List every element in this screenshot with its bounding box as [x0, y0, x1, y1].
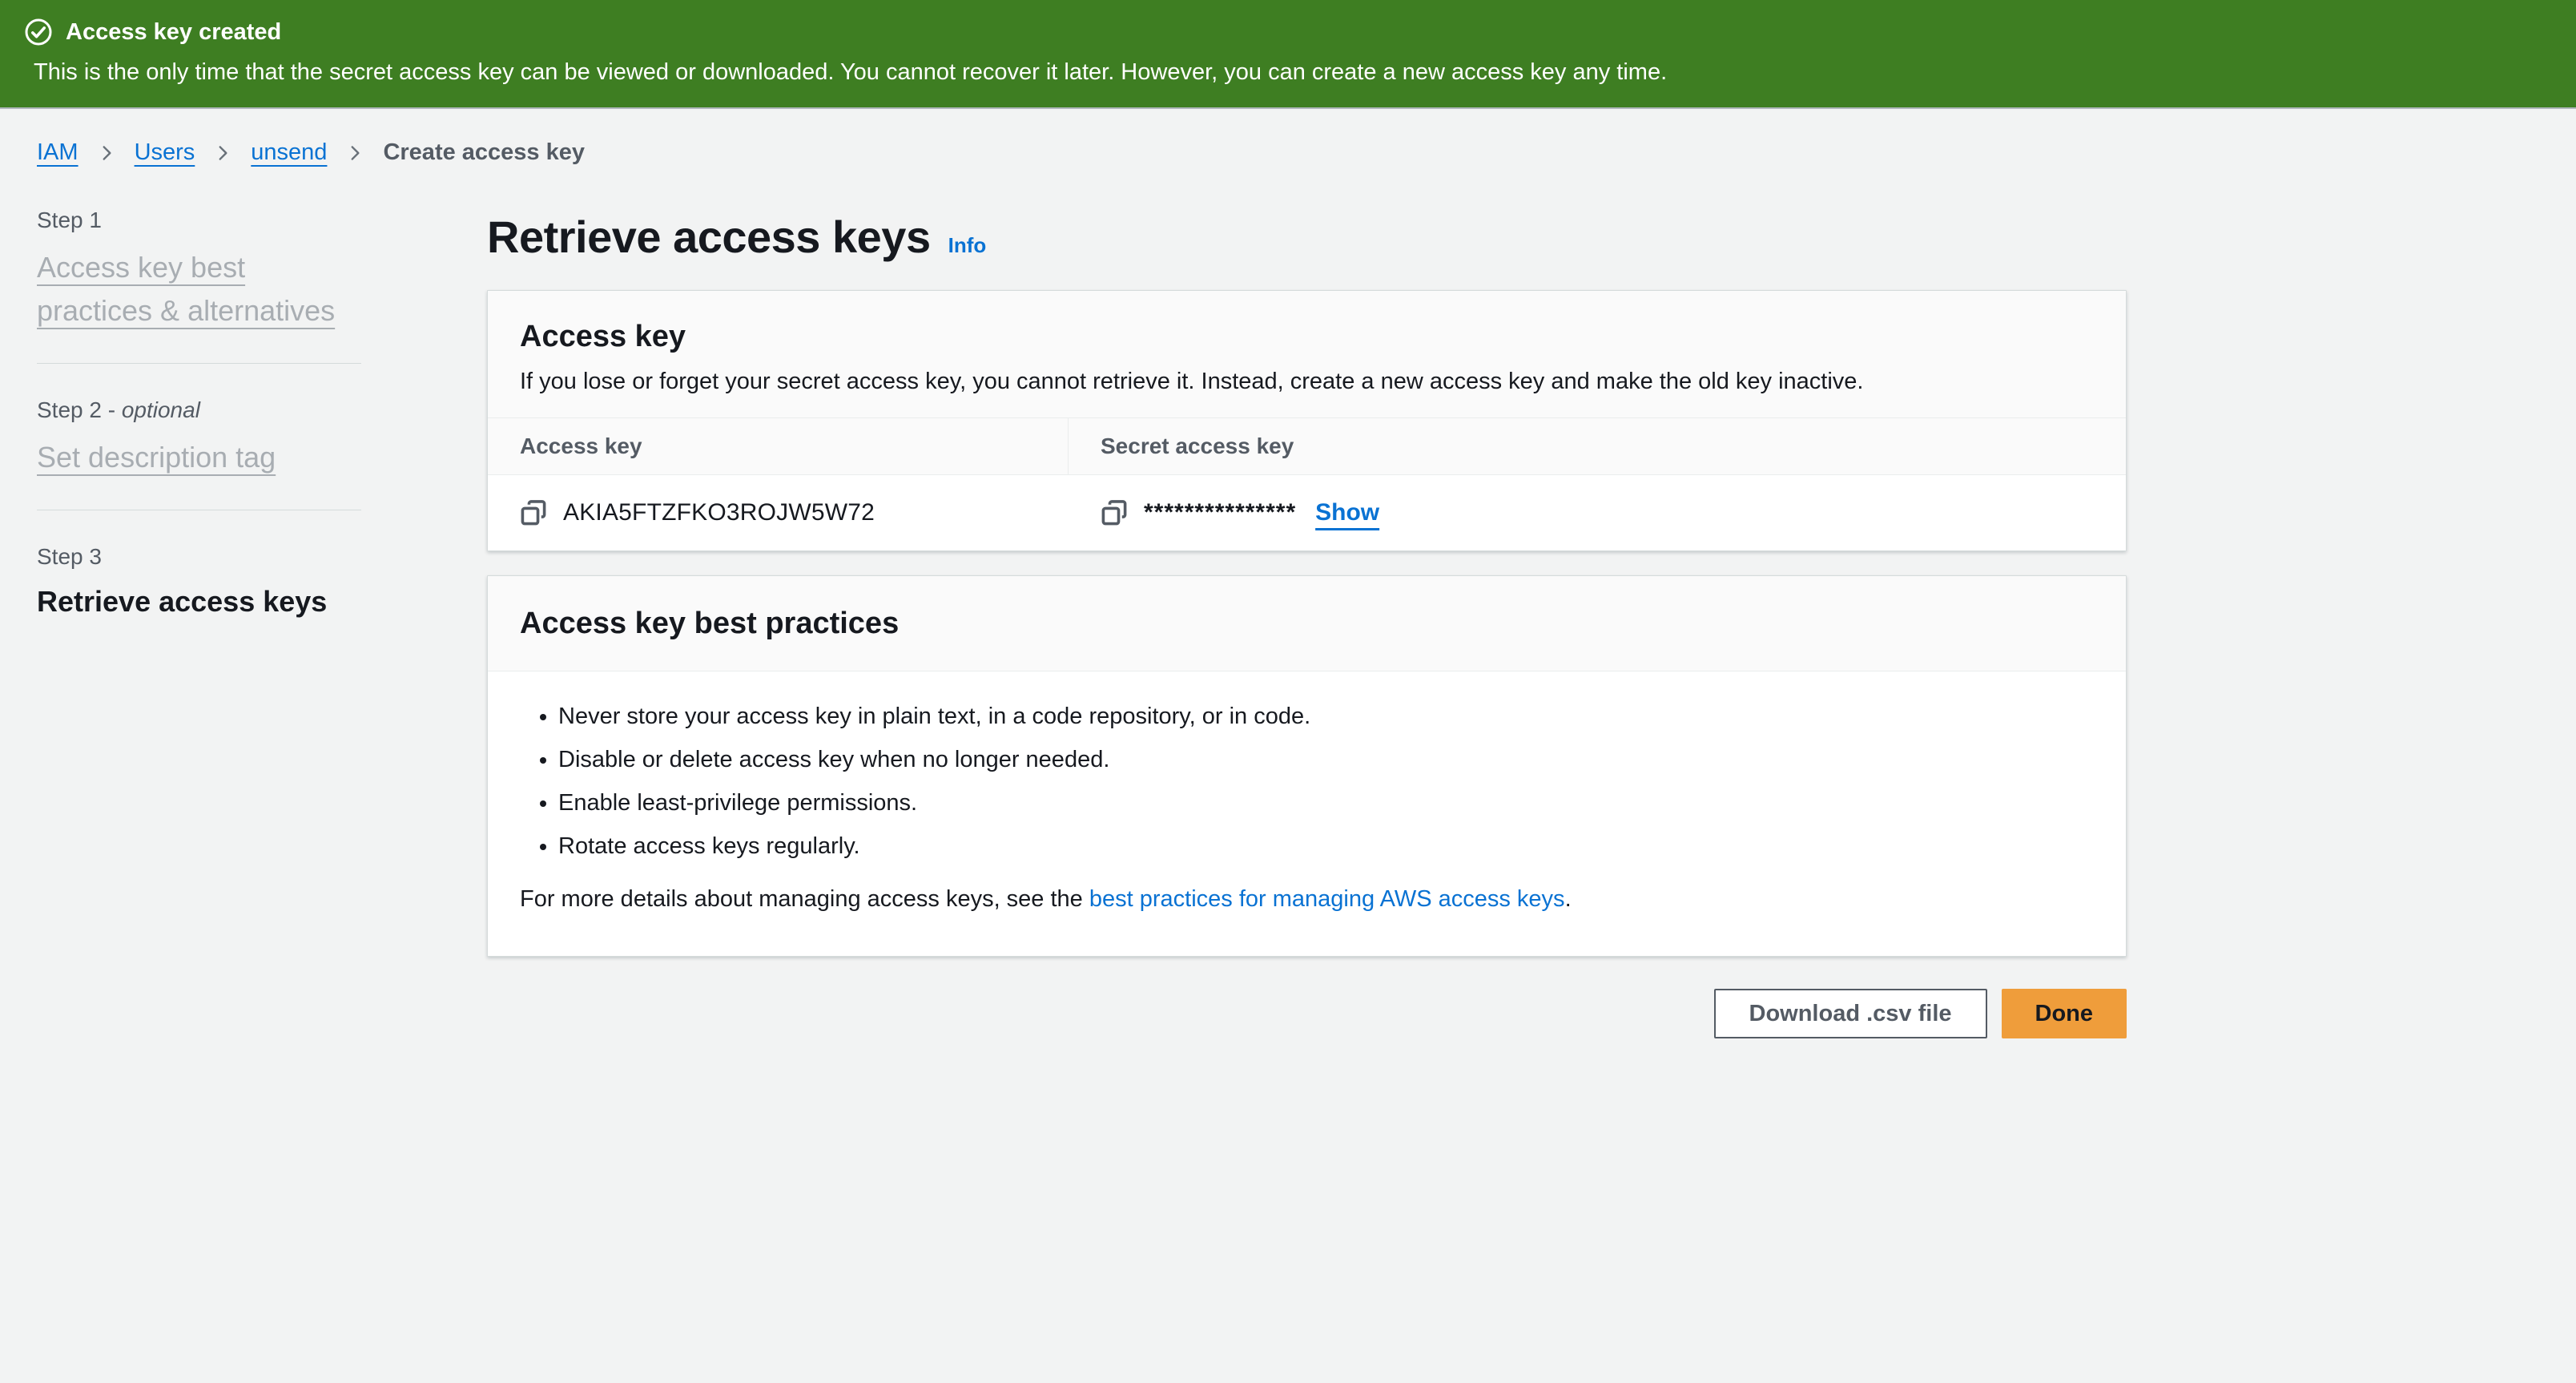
chevron-right-icon — [344, 143, 365, 163]
step-2-optional-label: optional — [122, 397, 200, 422]
flashbar-description: This is the only time that the secret ac… — [34, 58, 2544, 87]
breadcrumb-users[interactable]: Users — [135, 139, 195, 166]
breadcrumb-current: Create access key — [383, 139, 585, 166]
column-header-secret-access-key: Secret access key — [1069, 418, 2126, 474]
breadcrumb: IAM Users unsend Create access key — [0, 109, 2576, 166]
best-practices-card-title: Access key best practices — [520, 605, 2094, 642]
step-3-label: Step 3 — [37, 542, 361, 571]
best-practices-link[interactable]: best practices for managing AWS access k… — [1089, 886, 1565, 912]
access-key-card-title: Access key — [520, 318, 2094, 355]
secret-key-masked-value: *************** — [1144, 499, 1296, 526]
success-flashbar: Access key created This is the only time… — [0, 0, 2576, 109]
flashbar-title: Access key created — [66, 18, 281, 46]
copy-access-key-button[interactable] — [520, 499, 547, 526]
column-header-access-key: Access key — [488, 418, 1069, 474]
step-2-label: Step 2 - optional — [37, 396, 361, 425]
main-panel: Retrieve access keys Info Access key If … — [487, 206, 2127, 1038]
check-circle-icon — [24, 18, 53, 46]
list-item: Rotate access keys regularly. — [558, 832, 2094, 861]
access-key-card: Access key If you lose or forget your se… — [487, 290, 2127, 551]
copy-icon — [1101, 499, 1128, 526]
list-item: Disable or delete access key when no lon… — [558, 745, 2094, 775]
list-item: Enable least-privilege permissions. — [558, 788, 2094, 818]
best-practices-footer: For more details about managing access k… — [520, 884, 2094, 914]
step-2-link[interactable]: Set description tag — [37, 441, 276, 474]
copy-icon — [520, 499, 547, 526]
download-csv-button[interactable]: Download .csv file — [1714, 989, 1987, 1038]
done-button[interactable]: Done — [2002, 989, 2127, 1038]
wizard-nav: Step 1 Access key best practices & alter… — [37, 206, 361, 1038]
access-key-value: AKIA5FTZFKO3ROJW5W72 — [563, 499, 875, 526]
wizard-step-2: Step 2 - optional Set description tag — [37, 363, 361, 510]
secret-access-key-cell: *************** Show — [1069, 475, 2126, 550]
wizard-step-1: Step 1 Access key best practices & alter… — [37, 206, 361, 363]
key-table-row: AKIA5FTZFKO3ROJW5W72 *************** Sho… — [488, 475, 2126, 550]
best-practices-list: Never store your access key in plain tex… — [520, 702, 2094, 861]
access-key-card-description: If you lose or forget your secret access… — [520, 366, 2094, 397]
breadcrumb-unsend[interactable]: unsend — [251, 139, 327, 166]
list-item: Never store your access key in plain tex… — [558, 702, 2094, 732]
content-area: Step 1 Access key best practices & alter… — [0, 206, 2576, 1038]
best-practices-card-header: Access key best practices — [488, 576, 2126, 671]
chevron-right-icon — [212, 143, 233, 163]
key-table-header: Access key Secret access key — [488, 417, 2126, 475]
step-3-current-title: Retrieve access keys — [37, 584, 361, 619]
step-1-link[interactable]: Access key best practices & alternatives — [37, 251, 335, 327]
show-secret-link[interactable]: Show — [1315, 499, 1379, 526]
step-1-label: Step 1 — [37, 206, 361, 235]
best-practices-card: Access key best practices Never store yo… — [487, 575, 2127, 957]
copy-secret-key-button[interactable] — [1101, 499, 1128, 526]
info-link[interactable]: Info — [948, 233, 987, 258]
page-title: Retrieve access keys — [487, 211, 931, 263]
breadcrumb-iam[interactable]: IAM — [37, 139, 78, 166]
best-practices-card-body: Never store your access key in plain tex… — [488, 671, 2126, 956]
wizard-actions: Download .csv file Done — [487, 989, 2127, 1038]
chevron-right-icon — [96, 143, 117, 163]
access-key-cell: AKIA5FTZFKO3ROJW5W72 — [488, 475, 1069, 550]
wizard-step-3: Step 3 Retrieve access keys — [37, 510, 361, 650]
access-key-card-header: Access key If you lose or forget your se… — [488, 291, 2126, 417]
